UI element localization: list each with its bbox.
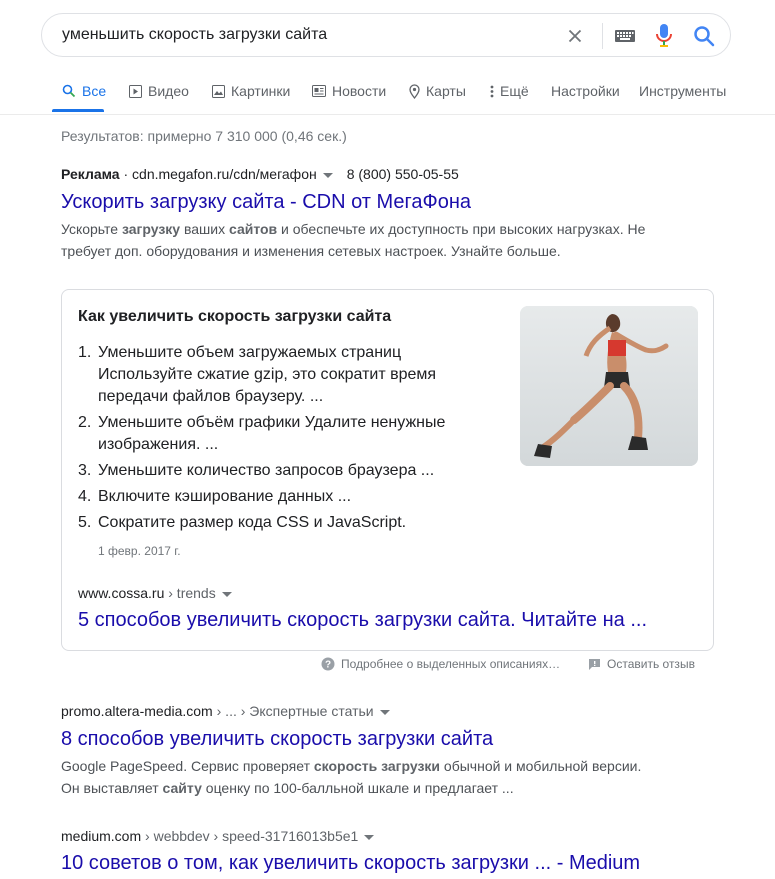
list-text: Уменьшите объём графики Удалите ненужные… bbox=[98, 414, 446, 453]
result-title-link[interactable]: 8 способов увеличить скорость загрузки с… bbox=[61, 728, 493, 751]
list-text: Сократите размер кода CSS и JavaScript. bbox=[98, 514, 407, 531]
close-icon[interactable] bbox=[564, 25, 586, 47]
keyboard-icon[interactable] bbox=[614, 28, 636, 44]
tab-all[interactable]: Все bbox=[62, 83, 106, 99]
tab-images[interactable]: Картинки bbox=[212, 83, 290, 99]
news-icon bbox=[312, 85, 326, 97]
featured-snippet: Как увеличить скорость загрузки сайта 1.… bbox=[61, 289, 714, 651]
list-text: Уменьшите объем загружаемых страниц Испо… bbox=[98, 344, 437, 405]
tools-link[interactable]: Инструменты bbox=[639, 83, 726, 99]
help-icon: ? bbox=[321, 657, 335, 671]
search-icon bbox=[62, 84, 76, 98]
feedback-link[interactable]: Оставить отзыв bbox=[588, 657, 695, 671]
tab-label: Картинки bbox=[231, 83, 291, 99]
search-divider bbox=[602, 23, 603, 49]
cite-path: › trends bbox=[164, 585, 216, 601]
list-item: 2. Уменьшите объём графики Удалите ненужн… bbox=[78, 412, 498, 456]
about-featured-snippets[interactable]: ? Подробнее о выделенных описаниях… bbox=[321, 657, 560, 671]
list-number: 1. bbox=[78, 344, 92, 361]
tab-news[interactable]: Новости bbox=[312, 83, 386, 99]
ad-snippet: Ускорьте загрузку ваших сайтов и обеспеч… bbox=[61, 218, 661, 262]
search-box[interactable]: уменьшить скорость загрузки сайта bbox=[41, 13, 731, 57]
tab-more[interactable]: Ещё bbox=[490, 83, 529, 99]
list-text: Уменьшите количество запросов браузера .… bbox=[98, 462, 435, 479]
list-number: 5. bbox=[78, 514, 92, 531]
snippet-text: ваших bbox=[180, 221, 229, 237]
result-stats: Результатов: примерно 7 310 000 (0,46 се… bbox=[61, 128, 347, 144]
dropdown-arrow-icon[interactable] bbox=[379, 709, 390, 715]
result-cite: promo.altera-media.com › ... › Экспертны… bbox=[61, 703, 390, 719]
snippet-highlight: сайту bbox=[162, 780, 202, 796]
tools-label: Инструменты bbox=[639, 83, 727, 99]
tab-video[interactable]: Видео bbox=[129, 83, 189, 99]
ad-label: Реклама bbox=[61, 166, 120, 182]
featured-list: 1. Уменьшите объем загружаемых страниц Ис… bbox=[78, 342, 498, 538]
snippet-highlight: сайтов bbox=[228, 221, 278, 237]
snippet-text: Ускорьте bbox=[61, 221, 122, 237]
list-item: 3. Уменьшите количество запросов браузера… bbox=[78, 460, 498, 482]
cite-site[interactable]: medium.com bbox=[61, 828, 141, 844]
list-item: 1. Уменьшите объем загружаемых страниц Ис… bbox=[78, 342, 498, 408]
tab-label: Ещё bbox=[500, 83, 529, 99]
snippet-highlight: загрузку bbox=[121, 221, 181, 237]
runner-image bbox=[520, 306, 698, 466]
search-input[interactable]: уменьшить скорость загрузки сайта bbox=[62, 26, 327, 44]
result-cite: medium.com › webbdev › speed-31716013b5e… bbox=[61, 828, 375, 844]
snippet-highlight: скорость загрузки bbox=[313, 758, 441, 774]
active-tab-indicator bbox=[52, 109, 104, 112]
list-text: Включите кэширование данных ... bbox=[98, 488, 352, 505]
ad-url[interactable]: cdn.megafon.ru/cdn/мегафон bbox=[132, 166, 317, 182]
map-pin-icon bbox=[409, 83, 420, 99]
snippet-text: оценку по 100-балльной шкале и предлагае… bbox=[201, 780, 514, 796]
cite-path: › ... › Экспертные статьи bbox=[212, 703, 374, 719]
tab-maps[interactable]: Карты bbox=[409, 83, 466, 99]
dropdown-arrow-icon[interactable] bbox=[364, 834, 375, 840]
featured-image[interactable] bbox=[520, 306, 698, 466]
feedback-icon bbox=[589, 658, 600, 670]
result-title-link[interactable]: 10 советов о том, как увеличить скорость… bbox=[61, 852, 640, 875]
video-icon bbox=[129, 84, 142, 98]
image-icon bbox=[212, 84, 225, 98]
tab-label: Новости bbox=[332, 83, 387, 99]
tab-label: Все bbox=[82, 83, 107, 99]
featured-cite: www.cossa.ru › trends bbox=[78, 585, 232, 601]
result-snippet: Google PageSpeed. Сервис проверяет скоро… bbox=[61, 755, 661, 799]
ad-title-link[interactable]: Ускорить загрузку сайта - CDN от МегаФон… bbox=[61, 191, 471, 214]
list-item: 5. Сократите размер кода CSS и JavaScript… bbox=[78, 512, 498, 534]
featured-title-link[interactable]: 5 способов увеличить скорость загрузки с… bbox=[78, 609, 647, 632]
dropdown-arrow-icon[interactable] bbox=[221, 591, 232, 597]
ad-cite: Реклама · cdn.megafon.ru/cdn/мегафон 8 (8… bbox=[61, 166, 459, 182]
tab-label: Карты bbox=[426, 83, 466, 99]
list-number: 2. bbox=[78, 414, 92, 431]
microphone-icon[interactable] bbox=[655, 23, 673, 49]
ad-separator: · bbox=[119, 166, 133, 182]
ad-phone[interactable]: 8 (800) 550-05-55 bbox=[347, 166, 459, 182]
cite-path: › webbdev › speed-31716013b5e1 bbox=[141, 828, 359, 844]
list-number: 4. bbox=[78, 488, 92, 505]
settings-label: Настройки bbox=[551, 83, 620, 99]
settings-link[interactable]: Настройки bbox=[551, 83, 620, 99]
featured-date: 1 февр. 2017 г. bbox=[98, 544, 181, 558]
tab-label: Видео bbox=[148, 83, 189, 99]
cite-site[interactable]: promo.altera-media.com bbox=[61, 703, 213, 719]
more-vert-icon bbox=[490, 85, 494, 97]
dropdown-arrow-icon[interactable] bbox=[322, 172, 333, 178]
snippet-text: Google PageSpeed. Сервис проверяет bbox=[61, 758, 314, 774]
featured-heading: Как увеличить скорость загрузки сайта bbox=[78, 308, 392, 325]
search-icon[interactable] bbox=[692, 24, 716, 48]
svg-text:?: ? bbox=[325, 660, 331, 671]
about-label: Подробнее о выделенных описаниях… bbox=[341, 657, 561, 671]
list-item: 4. Включите кэширование данных ... bbox=[78, 486, 498, 508]
cite-site[interactable]: www.cossa.ru bbox=[78, 585, 164, 601]
list-number: 3. bbox=[78, 462, 92, 479]
tabs-divider bbox=[0, 114, 775, 115]
feedback-label: Оставить отзыв bbox=[607, 657, 695, 671]
